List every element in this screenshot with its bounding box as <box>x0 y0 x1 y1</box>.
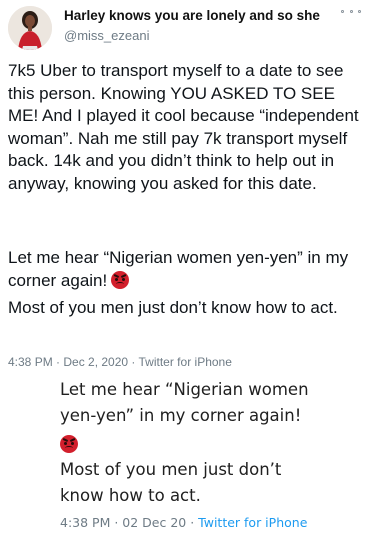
display-name[interactable]: Harley knows you are lonely and so she <box>64 8 320 23</box>
avatar[interactable] <box>8 6 52 50</box>
dot <box>358 9 361 13</box>
dot <box>341 9 344 13</box>
quoted-source-link[interactable]: Twitter for iPhone <box>198 515 307 530</box>
angry-face-emoji-icon <box>60 435 78 453</box>
quoted-timestamp: 4:38 PM · 02 Dec 20 · Twitter for iPhone <box>60 515 307 530</box>
tweet-header: Harley knows you are lonely and so she @… <box>0 0 366 54</box>
quoted-screenshot: Let me hear “Nigerian women yen-yen” in … <box>0 372 366 534</box>
user-handle[interactable]: @miss_ezeani <box>64 28 149 43</box>
quoted-text-line: know how to act. <box>60 486 201 505</box>
tweet-text-paragraph: 7k5 Uber to transport myself to a date t… <box>8 61 364 193</box>
ellipsis-icon[interactable] <box>341 4 361 18</box>
quoted-text-line: yen-yen” in my corner again! <box>60 406 302 425</box>
tweet-text-paragraph: Most of you men just don’t know how to a… <box>8 298 338 317</box>
tweet-timestamp[interactable]: 4:38 PM · Dec 2, 2020 · Twitter for iPho… <box>8 355 232 369</box>
quoted-time: 4:38 PM · 02 Dec 20 · <box>60 515 199 530</box>
dot <box>349 9 353 13</box>
quoted-text-line: Let me hear “Nigerian women <box>60 380 309 399</box>
tweet-text-paragraph: Let me hear “Nigerian women yen-yen” in … <box>8 247 360 292</box>
quoted-text-line: Most of you men just don’t <box>60 460 282 479</box>
profile-photo-icon <box>8 6 52 50</box>
tweet-text-line: Let me hear “Nigerian women yen-yen” in … <box>8 248 353 290</box>
tweet-card: Harley knows you are lonely and so she @… <box>0 0 366 534</box>
angry-face-emoji-icon <box>111 270 130 289</box>
